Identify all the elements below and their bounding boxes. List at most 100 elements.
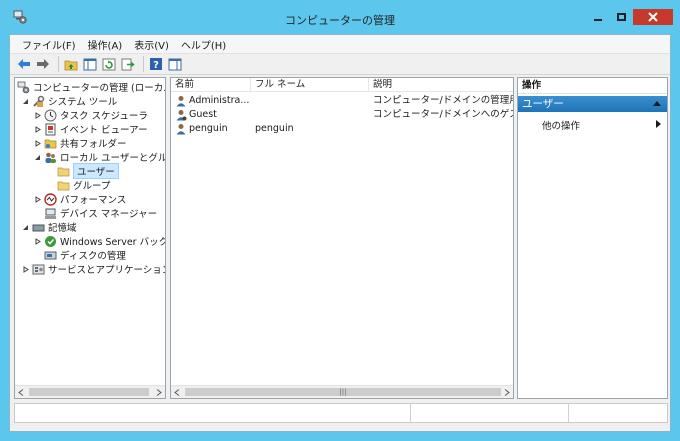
collapsed-arrow-icon[interactable] — [33, 237, 41, 245]
tree-item-task-scheduler[interactable]: タスク スケジューラ — [33, 108, 148, 122]
shared-folder-icon — [44, 137, 57, 150]
help-icon[interactable]: ? — [148, 56, 164, 72]
tree-item-services-applications[interactable]: サービスとアプリケーション — [21, 262, 165, 276]
status-segment — [15, 404, 411, 422]
column-header-name[interactable]: 名前 — [171, 78, 251, 92]
cell-fullname — [255, 94, 367, 108]
tree-item-label: ディスクの管理 — [60, 251, 126, 262]
tree-item-windows-server-backup[interactable]: Windows Server バックアップ — [33, 234, 166, 248]
cell-description — [373, 122, 513, 136]
users-groups-icon — [44, 151, 57, 164]
scroll-left-arrow-icon[interactable] — [15, 386, 27, 398]
scroll-grip-icon: ||| — [339, 388, 347, 396]
minimize-button[interactable] — [588, 9, 608, 25]
storage-icon — [32, 221, 45, 234]
column-header-fullname[interactable]: フル ネーム — [251, 78, 369, 92]
user-icon — [175, 95, 187, 107]
cell-fullname — [255, 108, 367, 122]
up-folder-icon[interactable] — [63, 56, 79, 72]
minimize-icon — [594, 19, 602, 21]
tree-item-performance[interactable]: パフォーマンス — [33, 192, 126, 206]
tree-item-device-manager[interactable]: デバイス マネージャー — [44, 206, 157, 220]
tree-item-label: グループ — [73, 181, 111, 192]
tree-item-label: Windows Server バックアップ — [60, 237, 166, 248]
tree-item-label: ユーザー — [73, 163, 119, 179]
collapsed-arrow-icon[interactable] — [33, 111, 41, 119]
list-horizontal-scrollbar[interactable]: ||| — [171, 385, 513, 398]
cell-name: Administra... — [189, 95, 250, 106]
svg-text:?: ? — [153, 60, 159, 71]
cell-description: コンピューター/ドメインへのゲスト アク... — [373, 109, 513, 120]
refresh-icon[interactable] — [101, 56, 117, 72]
tree-item-label: 共有フォルダー — [60, 139, 127, 150]
table-row[interactable]: Guest コンピューター/ドメインへのゲスト アク... — [171, 108, 513, 122]
tree-item-shared-folders[interactable]: 共有フォルダー — [33, 136, 127, 150]
expanded-arrow-icon[interactable] — [33, 153, 41, 161]
menu-action[interactable]: 操作(A) — [82, 37, 129, 52]
scroll-right-arrow-icon[interactable] — [153, 386, 165, 398]
window-title: コンピューターの管理 — [285, 14, 395, 27]
action-section-users[interactable]: ユーザー — [518, 96, 667, 112]
cell-name: Guest — [189, 109, 217, 120]
expanded-arrow-icon[interactable] — [21, 97, 29, 105]
tree-item-computer-management[interactable]: コンピューターの管理 (ローカル) — [17, 80, 166, 94]
column-header-description[interactable]: 説明 — [369, 78, 513, 92]
submenu-arrow-icon[interactable] — [656, 120, 661, 128]
tree-item-label: コンピューターの管理 (ローカル) — [33, 83, 166, 94]
collapsed-arrow-icon[interactable] — [33, 139, 41, 147]
tree-item-users[interactable]: ユーザー — [57, 163, 119, 179]
tree-item-disk-management[interactable]: ディスクの管理 — [44, 248, 126, 262]
backup-icon — [44, 235, 57, 248]
action-item-more-actions[interactable]: 他の操作 — [542, 118, 580, 132]
close-icon — [648, 12, 658, 22]
clock-icon — [44, 109, 57, 122]
maximize-button[interactable] — [611, 9, 631, 25]
tree-item-storage[interactable]: 記憶域 — [21, 220, 77, 234]
export-list-icon[interactable] — [120, 56, 136, 72]
show-hide-tree-icon[interactable] — [82, 56, 98, 72]
expanded-arrow-icon[interactable] — [21, 223, 29, 231]
tree-item-label: パフォーマンス — [60, 195, 127, 206]
scroll-right-arrow-icon[interactable] — [501, 386, 513, 398]
disk-management-icon — [44, 249, 57, 262]
collapse-up-icon[interactable] — [653, 101, 661, 106]
forward-arrow-icon[interactable] — [35, 56, 51, 72]
user-icon — [175, 123, 187, 135]
action-pane-title: 操作 — [518, 78, 667, 94]
tree-horizontal-scrollbar[interactable] — [15, 385, 165, 398]
tree-pane[interactable]: コンピューターの管理 (ローカル) システム ツール タスク スケジューラ イベ… — [14, 77, 166, 399]
table-row[interactable]: Administra... コンピューター/ドメインの管理用 (ビル... — [171, 94, 513, 108]
cell-description: コンピューター/ドメインの管理用 (ビル... — [373, 95, 513, 106]
cell-fullname: penguin — [255, 123, 294, 134]
tree-item-label: タスク スケジューラ — [60, 111, 148, 122]
system-tools-icon — [32, 95, 45, 108]
table-row[interactable]: penguin penguin — [171, 122, 513, 136]
services-icon — [32, 263, 45, 276]
menu-view[interactable]: 表示(V) — [128, 37, 175, 52]
menu-file[interactable]: ファイル(F) — [16, 37, 82, 52]
collapsed-arrow-icon[interactable] — [33, 125, 41, 133]
scroll-thumb[interactable] — [29, 388, 149, 396]
show-hide-action-pane-icon[interactable] — [167, 56, 183, 72]
menu-bar: ファイル(F) 操作(A) 表示(V) ヘルプ(H) — [10, 35, 670, 53]
tree-item-system-tools[interactable]: システム ツール — [21, 94, 117, 108]
toolbar-separator — [58, 56, 59, 72]
collapsed-arrow-icon[interactable] — [33, 195, 41, 203]
computer-management-icon — [17, 81, 30, 94]
title-bar[interactable]: コンピューターの管理 — [0, 0, 680, 34]
scroll-left-arrow-icon[interactable] — [171, 386, 183, 398]
list-header: 名前 フル ネーム 説明 — [171, 78, 513, 92]
client-area: ファイル(F) 操作(A) 表示(V) ヘルプ(H) ? コンピューターの管理 … — [9, 34, 671, 432]
performance-icon — [44, 192, 57, 206]
tree-item-local-users-groups[interactable]: ローカル ユーザーとグループ — [33, 150, 165, 164]
close-button[interactable] — [633, 9, 673, 25]
tree-item-label: 記憶域 — [48, 223, 77, 234]
list-pane[interactable]: 名前 フル ネーム 説明 Administra... コンピューター/ドメインの… — [170, 77, 514, 399]
back-arrow-icon[interactable] — [16, 56, 32, 72]
menu-help[interactable]: ヘルプ(H) — [175, 37, 232, 52]
tree-item-label: ローカル ユーザーとグループ — [60, 153, 165, 164]
tree-item-groups[interactable]: グループ — [57, 178, 110, 192]
collapsed-arrow-icon[interactable] — [21, 265, 29, 273]
tree-item-event-viewer[interactable]: イベント ビューアー — [33, 122, 148, 136]
tree-item-label: システム ツール — [48, 97, 118, 108]
